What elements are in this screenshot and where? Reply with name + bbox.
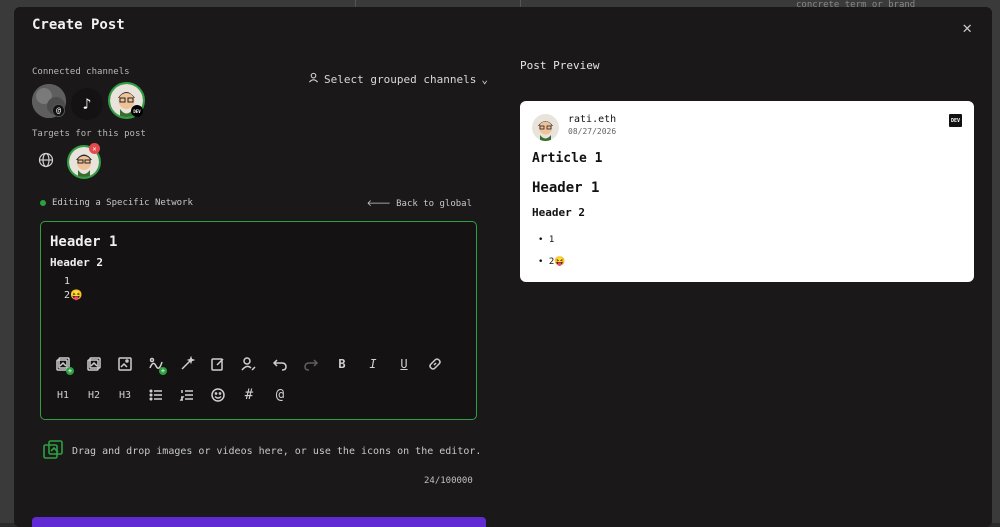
heading-2-button[interactable]: H2 bbox=[82, 383, 106, 407]
editor-list-item: 1 bbox=[64, 275, 117, 289]
signature-icon[interactable]: + bbox=[144, 352, 168, 376]
preview-list-text: 2😝 bbox=[549, 257, 566, 267]
heading-1-button[interactable]: H1 bbox=[51, 383, 75, 407]
create-post-modal: Create Post ✕ Connected channels @ ♪ DEV… bbox=[14, 7, 992, 527]
tiktok-icon[interactable]: ♪ bbox=[71, 88, 103, 120]
select-grouped-channels[interactable]: Select grouped channels ⌄ bbox=[308, 72, 488, 86]
edit-mode-label: Editing a Specific Network bbox=[52, 198, 193, 208]
media-dropzone[interactable]: Drag and drop images or videos here, or … bbox=[42, 439, 481, 464]
preview-header-1: Header 1 bbox=[532, 180, 599, 196]
edit-note-icon[interactable] bbox=[206, 352, 230, 376]
grouped-channels-label: Select grouped channels bbox=[324, 73, 476, 86]
back-to-global-button[interactable]: 🡐 Back to global bbox=[367, 198, 472, 209]
preview-list-text: 1 bbox=[549, 235, 554, 245]
dev-icon: DEV bbox=[131, 105, 143, 117]
bold-icon[interactable]: B bbox=[330, 352, 354, 376]
user-icon bbox=[308, 72, 319, 86]
ordered-list-icon[interactable] bbox=[175, 383, 199, 407]
image-edit-icon[interactable] bbox=[113, 352, 137, 376]
post-preview-title: Post Preview bbox=[520, 59, 599, 72]
ai-wand-icon[interactable] bbox=[175, 352, 199, 376]
media-library-icon[interactable] bbox=[82, 352, 106, 376]
emoji-icon[interactable] bbox=[206, 383, 230, 407]
editor-header-2: Header 2 bbox=[50, 256, 117, 269]
edit-mode-status: Editing a Specific Network bbox=[40, 198, 193, 209]
italic-icon[interactable]: I bbox=[361, 352, 385, 376]
heading-3-button[interactable]: H3 bbox=[113, 383, 137, 407]
underline-icon[interactable]: U bbox=[392, 352, 416, 376]
link-icon[interactable] bbox=[423, 352, 447, 376]
preview-list-item: • 2😝 bbox=[538, 257, 565, 267]
arrow-left-icon: 🡐 bbox=[367, 199, 397, 209]
editor-list-item: 2😝 bbox=[64, 289, 117, 303]
preview-author: rati.eth bbox=[568, 114, 616, 125]
chevron-down-icon: ⌄ bbox=[481, 73, 488, 86]
list-bullet: • bbox=[538, 235, 549, 245]
targets-label: Targets for this post bbox=[32, 129, 146, 139]
preview-list-item: • 1 bbox=[538, 235, 554, 245]
media-upload-icon bbox=[42, 439, 64, 464]
user-edit-icon[interactable] bbox=[237, 352, 261, 376]
preview-article-title: Article 1 bbox=[532, 151, 602, 166]
character-counter: 24/100000 bbox=[424, 476, 473, 486]
redo-icon[interactable] bbox=[299, 352, 323, 376]
remove-target-icon[interactable]: ✕ bbox=[89, 143, 100, 154]
threads-icon: @ bbox=[52, 104, 65, 117]
preview-date: 08/27/2026 bbox=[568, 127, 616, 136]
bullet-list-icon[interactable] bbox=[144, 383, 168, 407]
preview-avatar-image bbox=[532, 114, 559, 141]
globe-icon[interactable] bbox=[38, 152, 54, 168]
modal-title: Create Post bbox=[32, 17, 125, 33]
mention-icon[interactable]: @ bbox=[268, 383, 292, 407]
preview-avatar bbox=[532, 114, 559, 141]
status-dot bbox=[40, 200, 46, 206]
editor-toolbar-row-1: + + B I U bbox=[51, 352, 471, 376]
preview-header-2: Header 2 bbox=[532, 206, 585, 219]
insert-media-icon[interactable]: + bbox=[51, 352, 75, 376]
hashtag-icon[interactable]: # bbox=[237, 383, 261, 407]
post-editor[interactable]: Header 1 Header 2 1 2😝 + + B I U H1 H2 H… bbox=[40, 221, 477, 420]
undo-icon[interactable] bbox=[268, 352, 292, 376]
back-to-global-label: Back to global bbox=[396, 199, 472, 209]
post-preview-card: rati.eth 08/27/2026 DEV Article 1 Header… bbox=[520, 101, 974, 282]
editor-header-1: Header 1 bbox=[50, 234, 117, 250]
edit-mode-row: Editing a Specific Network 🡐 Back to glo… bbox=[40, 198, 472, 209]
editor-content[interactable]: Header 1 Header 2 1 2😝 bbox=[50, 234, 117, 303]
list-bullet: • bbox=[538, 257, 549, 267]
close-icon[interactable]: ✕ bbox=[962, 20, 972, 36]
dev-badge: DEV bbox=[949, 114, 962, 127]
connected-channels-label: Connected channels bbox=[32, 67, 130, 77]
submit-button[interactable] bbox=[32, 517, 486, 527]
dropzone-text: Drag and drop images or videos here, or … bbox=[72, 446, 481, 457]
editor-toolbar-row-2: H1 H2 H3 # @ bbox=[51, 383, 471, 407]
